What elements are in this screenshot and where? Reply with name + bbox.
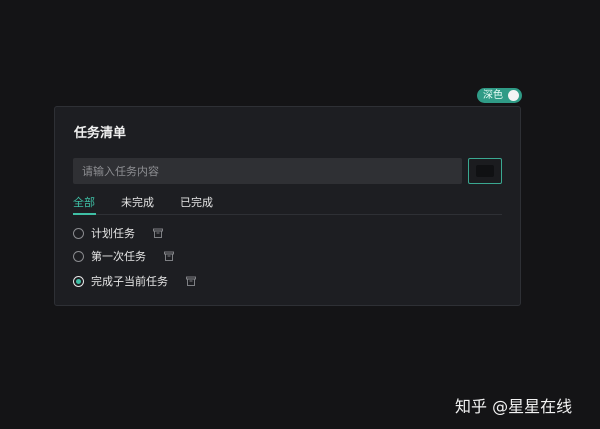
trash-icon[interactable] bbox=[164, 251, 174, 261]
watermark: 知乎 @星星在线 bbox=[455, 397, 573, 416]
trash-icon[interactable] bbox=[153, 228, 163, 238]
active-tab-underline bbox=[73, 213, 96, 215]
task-item: 计划任务 bbox=[73, 225, 163, 241]
theme-toggle-knob bbox=[508, 90, 519, 101]
trash-icon[interactable] bbox=[186, 276, 196, 286]
task-checkbox-checked[interactable] bbox=[73, 275, 84, 287]
task-label: 第一次任务 bbox=[91, 250, 146, 263]
task-label: 计划任务 bbox=[91, 227, 135, 240]
task-item: 完成子当前任务 bbox=[73, 273, 196, 289]
task-input[interactable] bbox=[73, 158, 462, 184]
tab-completed[interactable]: 已完成 bbox=[180, 194, 213, 210]
app-page: 深色 任务清单 全部 未完成 已完成 计划任务 bbox=[0, 0, 600, 429]
task-checkbox[interactable] bbox=[73, 227, 84, 239]
tab-all[interactable]: 全部 bbox=[73, 194, 95, 210]
task-item: 第一次任务 bbox=[73, 248, 174, 264]
theme-toggle[interactable]: 深色 bbox=[477, 88, 522, 103]
radio-checked-dot bbox=[76, 278, 81, 284]
tab-incomplete[interactable]: 未完成 bbox=[121, 194, 154, 210]
add-task-button[interactable] bbox=[468, 158, 502, 184]
card-title: 任务清单 bbox=[74, 126, 127, 141]
todo-card: 任务清单 全部 未完成 已完成 计划任务 第一次任务 bbox=[54, 106, 521, 306]
theme-toggle-label: 深色 bbox=[483, 90, 503, 101]
add-icon bbox=[476, 165, 494, 177]
task-label: 完成子当前任务 bbox=[91, 275, 168, 288]
task-checkbox[interactable] bbox=[73, 250, 84, 262]
filter-tabs: 全部 未完成 已完成 bbox=[73, 191, 502, 215]
